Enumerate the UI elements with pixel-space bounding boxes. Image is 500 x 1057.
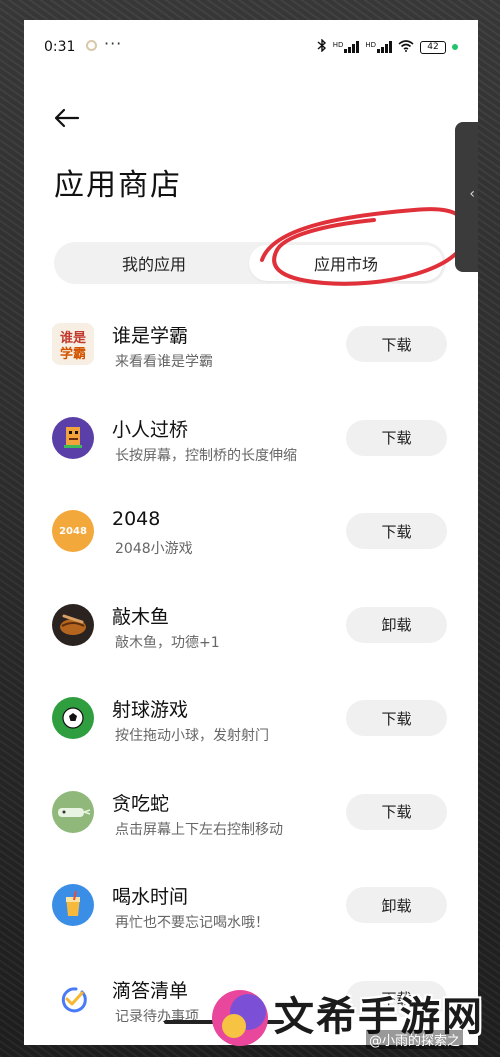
app-description: 按住拖动小球，发射射门 [115, 728, 269, 744]
ticktick-icon [52, 977, 94, 1020]
back-arrow-icon[interactable] [52, 102, 84, 134]
uninstall-button[interactable]: 卸载 [346, 887, 447, 923]
app-description: 2048小游戏 [115, 541, 193, 557]
chevron-icon: ‹ [469, 186, 475, 202]
download-button[interactable]: 下载 [346, 793, 447, 830]
tab-app-market[interactable]: 应用市场 [249, 245, 443, 281]
uninstall-button[interactable]: 卸载 [346, 606, 447, 643]
list-item: 喝水时间 再忙也不要忘记喝水哦！ 卸载 [24, 866, 478, 960]
status-bar: 0:31 ··· HD HD 42 [24, 20, 478, 76]
battery-icon: 42 [420, 40, 446, 54]
hd-label-2: HD [365, 41, 376, 49]
list-item: 小人过桥 长按屏幕，控制桥的长度伸缩 下载 [24, 399, 478, 493]
download-button[interactable]: 下载 [346, 700, 447, 736]
app-name: 滴答清单 [112, 979, 189, 1002]
privacy-dot-icon [452, 44, 458, 50]
app-name: 喝水时间 [112, 886, 189, 908]
list-item: 敲木鱼 敲木鱼，功德+1 卸载 [24, 586, 478, 680]
app-description: 点击屏幕上下左右控制移动 [115, 821, 283, 838]
hd-label-1: HD [332, 41, 344, 49]
app-name: 射球游戏 [112, 699, 189, 721]
app-name: 2048 [112, 508, 161, 530]
tab-switcher: 我的应用 应用市场 [54, 242, 446, 284]
app-description: 敲木鱼，功德+1 [115, 634, 220, 651]
tab-my-apps[interactable]: 我的应用 [57, 245, 251, 281]
2048-icon: 2048 [52, 510, 94, 552]
soccer-icon [52, 697, 94, 739]
watermark-logo-icon [212, 990, 268, 1046]
xueba-icon: 谁是 学霸 [52, 323, 94, 365]
app-name: 谁是学霸 [112, 325, 189, 347]
list-item: 射球游戏 按住拖动小球，发射射门 下载 [24, 679, 478, 773]
watermark: 文希手游网 @小雨的探索之 [204, 980, 500, 1057]
list-item: 2048 2048 2048小游戏 下载 [24, 492, 478, 586]
app-description: 再忙也不要忘记喝水哦！ [115, 915, 269, 931]
watermark-sub: @小雨的探索之 [366, 1030, 464, 1049]
download-button[interactable]: 下载 [346, 419, 447, 456]
app-name: 贪吃蛇 [112, 792, 170, 815]
app-list: 谁是 学霸 谁是学霸 来看看谁是学霸 下载 小人过桥 长按屏幕，控制桥的长度伸缩… [24, 305, 478, 1045]
app-description: 长按屏幕，控制桥的长度伸缩 [115, 447, 297, 464]
phone-screen: 0:31 ··· HD HD 42 应用商店 我的应用 应用市场 谁是 学霸 谁… [24, 20, 478, 1045]
icon-text: 2048 [59, 525, 87, 537]
signal-1-icon: HD [333, 41, 360, 53]
bluetooth-icon [317, 38, 327, 55]
signal-2-icon: HD [365, 41, 392, 53]
wooden-fish-icon [52, 603, 94, 646]
notification-icon [86, 40, 97, 51]
download-button[interactable]: 下载 [346, 326, 447, 362]
download-button[interactable]: 下载 [346, 513, 447, 549]
drink-icon [52, 884, 94, 926]
app-name: 敲木鱼 [112, 605, 170, 628]
app-description: 来看看谁是学霸 [115, 354, 213, 370]
list-item: 谁是 学霸 谁是学霸 来看看谁是学霸 下载 [24, 305, 478, 399]
side-panel-handle[interactable]: ‹ [455, 122, 478, 272]
list-item: 贪吃蛇 点击屏幕上下左右控制移动 下载 [24, 773, 478, 867]
bridge-icon [52, 416, 94, 459]
status-time: 0:31 [44, 39, 76, 55]
more-notifications-icon: ··· [104, 34, 123, 53]
svg-text:学霸: 学霸 [60, 346, 86, 362]
wifi-icon [398, 39, 414, 55]
app-name: 小人过桥 [112, 418, 189, 441]
page-title: 应用商店 [54, 168, 182, 203]
status-right: HD HD 42 [317, 38, 458, 55]
svg-text:谁是: 谁是 [60, 330, 87, 346]
snake-icon [52, 790, 94, 833]
